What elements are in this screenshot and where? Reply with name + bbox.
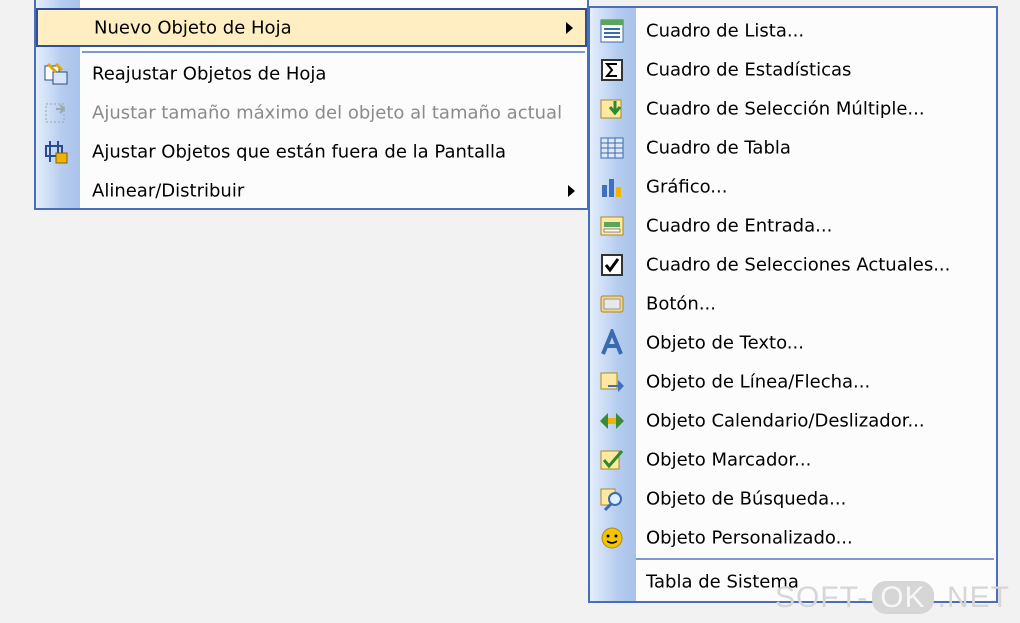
menu-item-label: Ajustar tamaño máximo del objeto al tama… (92, 102, 563, 123)
button-icon (600, 295, 624, 312)
magnifier-icon (600, 488, 622, 511)
reset-objects-icon (44, 62, 68, 84)
submenu-item-text-object[interactable]: Objeto de Texto... (590, 323, 996, 362)
submenu-item-calendar-slider[interactable]: Objeto Calendario/Deslizador... (590, 401, 996, 440)
submenu-item-custom-object[interactable]: Objeto Personalizado... (590, 518, 996, 557)
menu-item-label: Objeto de Texto... (646, 332, 804, 353)
submenu-item-statistics[interactable]: Cuadro de Estadísticas (590, 50, 996, 89)
slider-icon (600, 412, 624, 429)
submenu-arrow-icon (566, 21, 573, 34)
menu-item-label: Alinear/Distribuir (92, 180, 245, 201)
menu-separator (636, 558, 994, 560)
checkmark-icon (601, 253, 623, 276)
watermark-middle: OK (872, 581, 934, 614)
menu-item-label: Cuadro de Tabla (646, 137, 791, 158)
smiley-icon (601, 527, 623, 548)
new-sheet-object-submenu: Cuadro de Lista... Cuadro de Estadística… (588, 6, 998, 603)
menu-item-new-sheet-object[interactable]: Nuevo Objeto de Hoja (36, 8, 587, 47)
submenu-item-chart[interactable]: Gráfico... (590, 167, 996, 206)
submenu-item-list-box[interactable]: Cuadro de Lista... (590, 11, 996, 50)
menu-item-label: Gráfico... (646, 176, 728, 197)
text-a-icon (601, 328, 623, 355)
menu-item-label: Ajustar Objetos que están fuera de la Pa… (92, 141, 506, 162)
watermark-left: SOFT- (774, 581, 869, 614)
arrow-icon (600, 372, 624, 392)
submenu-item-line-arrow[interactable]: Objeto de Línea/Flecha... (590, 362, 996, 401)
menu-item-label: Cuadro de Selecciones Actuales... (646, 254, 951, 275)
sheet-context-menu: Nuevo Objeto de Hoja Reajustar Objetos d… (34, 0, 589, 210)
table-grid-icon (600, 137, 624, 158)
submenu-item-multi-select[interactable]: Cuadro de Selección Múltiple... (590, 89, 996, 128)
menu-item-label: Objeto de Línea/Flecha... (646, 371, 871, 392)
watermark-right: .NET (937, 581, 1010, 614)
menu-item-label: Cuadro de Selección Múltiple... (646, 98, 925, 119)
statistics-sigma-icon (601, 58, 623, 81)
menu-item-resize-max: Ajustar tamaño máximo del objeto al tama… (36, 93, 587, 132)
input-box-icon (600, 216, 624, 235)
menu-item-label: Objeto Calendario/Deslizador... (646, 410, 925, 431)
submenu-item-current-selections[interactable]: Cuadro de Selecciones Actuales... (590, 245, 996, 284)
adjust-offscreen-icon (45, 140, 68, 163)
menu-item-label: Reajustar Objetos de Hoja (92, 63, 327, 84)
menu-item-label: Objeto de Búsqueda... (646, 488, 847, 509)
menu-item-label: Cuadro de Entrada... (646, 215, 833, 236)
submenu-item-bookmark[interactable]: Objeto Marcador... (590, 440, 996, 479)
submenu-item-search[interactable]: Objeto de Búsqueda... (590, 479, 996, 518)
menu-item-reset-objects[interactable]: Reajustar Objetos de Hoja (36, 54, 587, 93)
bar-chart-icon (602, 178, 621, 197)
menu-item-label: Cuadro de Lista... (646, 20, 805, 41)
menu-separator (82, 51, 585, 53)
multi-select-icon (600, 99, 622, 118)
menu-item-label: Botón... (646, 293, 717, 314)
list-box-icon (600, 19, 624, 42)
menu-item-label: Cuadro de Estadísticas (646, 59, 852, 80)
menu-item-label: Nuevo Objeto de Hoja (94, 17, 292, 38)
menu-item-adjust-offscreen[interactable]: Ajustar Objetos que están fuera de la Pa… (36, 132, 587, 171)
menu-item-label: Objeto Marcador... (646, 449, 812, 470)
menu-item-label: Objeto Personalizado... (646, 527, 853, 548)
resize-max-icon (45, 103, 66, 122)
watermark: SOFT- OK .NET (775, 581, 1010, 615)
menu-item-align-distribute[interactable]: Alinear/Distribuir (36, 171, 587, 210)
submenu-arrow-icon (568, 184, 575, 197)
bookmark-star-icon (600, 449, 624, 469)
submenu-item-input-box[interactable]: Cuadro de Entrada... (590, 206, 996, 245)
submenu-item-table[interactable]: Cuadro de Tabla (590, 128, 996, 167)
submenu-item-button[interactable]: Botón... (590, 284, 996, 323)
